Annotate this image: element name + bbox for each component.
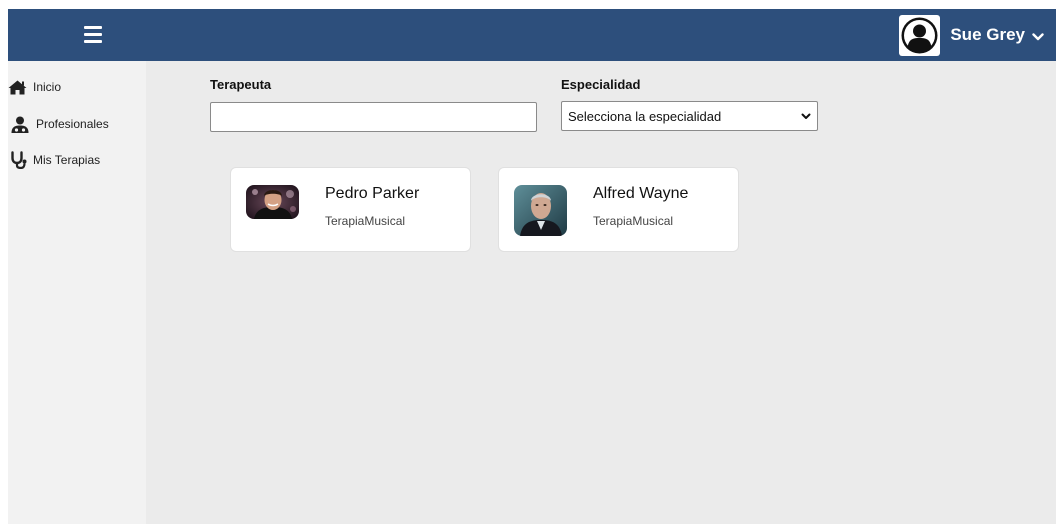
therapist-name: Pedro Parker (325, 185, 420, 202)
especialidad-label: Especialidad (561, 77, 641, 92)
therapist-specialty: TerapiaMusical (593, 214, 674, 228)
sidebar: Inicio Profesionales Mis Terapias (8, 61, 146, 524)
sidebar-item-label: Profesionales (36, 117, 109, 131)
especialidad-select[interactable]: Selecciona la especialidad (561, 101, 818, 131)
user-doctor-icon (11, 116, 29, 133)
stethoscope-icon (11, 151, 27, 169)
therapist-name: Alfred Wayne (593, 185, 689, 202)
home-icon (8, 80, 27, 94)
top-navbar: Sue Grey (8, 9, 1056, 61)
chevron-down-icon[interactable] (1032, 32, 1044, 41)
therapist-photo (514, 185, 567, 236)
therapist-card[interactable]: Pedro Parker TerapiaMusical (230, 167, 471, 252)
therapist-specialty: TerapiaMusical (325, 214, 406, 228)
user-name[interactable]: Sue Grey (950, 25, 1025, 45)
especialidad-selected-value: Selecciona la especialidad (568, 108, 722, 124)
therapist-photo (246, 185, 299, 219)
sidebar-item-label: Mis Terapias (33, 153, 101, 167)
terapeuta-label: Terapeuta (210, 77, 272, 92)
hamburger-icon[interactable] (84, 26, 102, 43)
chevron-down-icon (801, 113, 811, 119)
app-container: Sue Grey Inicio Profesionales Mis Terapi… (8, 9, 1056, 524)
sidebar-item-mis-terapias[interactable]: Mis Terapias (8, 150, 100, 170)
sidebar-item-inicio[interactable]: Inicio (8, 77, 61, 97)
therapist-card[interactable]: Alfred Wayne TerapiaMusical (498, 167, 739, 252)
user-silhouette-icon (899, 14, 941, 56)
sidebar-item-label: Inicio (33, 80, 62, 94)
terapeuta-input[interactable] (210, 102, 537, 132)
user-menu[interactable]: Sue Grey (899, 14, 1044, 56)
sidebar-item-profesionales[interactable]: Profesionales (8, 114, 109, 134)
